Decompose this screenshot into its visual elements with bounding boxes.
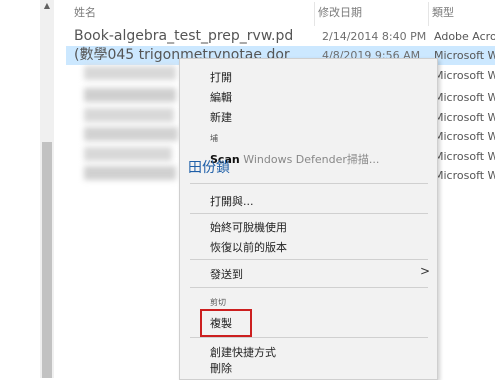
menu-item-always-available-offline[interactable]: 始終可脫機使用 xyxy=(210,219,287,235)
redacted-file-name xyxy=(84,88,176,102)
column-divider[interactable] xyxy=(428,2,429,26)
redacted-file-name xyxy=(84,127,178,141)
file-type: Microsoft W xyxy=(434,169,495,182)
menu-item-restore-previous-versions[interactable]: 恢復以前的版本 xyxy=(210,239,287,255)
scroll-up-arrow-icon[interactable]: ▲ xyxy=(42,0,52,12)
redacted-file-name xyxy=(84,147,172,161)
file-type: Microsoft W xyxy=(434,130,495,143)
copy-highlight-box xyxy=(200,309,252,337)
redacted-file-name xyxy=(84,108,174,122)
menu-item-new[interactable]: 新建 xyxy=(210,109,232,125)
column-divider[interactable] xyxy=(314,2,315,26)
redacted-file-name xyxy=(84,66,176,80)
overlapping-label: 田份鎖 xyxy=(188,160,230,176)
menu-item-delete[interactable]: 刪除 xyxy=(210,360,232,376)
menu-item-send-to[interactable]: 發送到 xyxy=(210,266,243,282)
file-type: Adobe Acrol xyxy=(434,30,495,43)
menu-separator xyxy=(190,183,428,184)
menu-separator xyxy=(190,213,428,214)
menu-item-create-shortcut[interactable]: 創建快捷方式 xyxy=(210,344,276,360)
column-header-date[interactable]: 修改日期 xyxy=(318,4,362,20)
scan-description: Windows Defender掃描... xyxy=(239,153,380,166)
menu-separator xyxy=(190,337,428,338)
menu-item-print[interactable]: 埔 xyxy=(210,133,218,144)
column-header-type[interactable]: 類型 xyxy=(432,4,454,20)
menu-item-open[interactable]: 打開 xyxy=(210,69,232,85)
file-type: Microsoft W xyxy=(434,91,495,104)
file-type: Microsoft W xyxy=(434,49,495,62)
menu-item-scan-defender[interactable]: Scan Windows Defender掃描... xyxy=(210,151,379,167)
column-header-name[interactable]: 姓名 xyxy=(74,4,96,20)
file-row[interactable]: Book-algebra_test_prep_rvw.pd 2/14/2014 … xyxy=(66,27,495,46)
menu-separator xyxy=(190,259,428,260)
context-menu: 打開 編輯 新建 埔 Scan Windows Defender掃描... 田份… xyxy=(179,58,438,380)
menu-item-open-with[interactable]: 打開與... xyxy=(210,193,254,209)
menu-separator xyxy=(190,287,428,288)
redacted-file-name xyxy=(84,166,176,180)
menu-item-cut[interactable]: 剪切 xyxy=(210,297,226,308)
file-date: 2/14/2014 8:40 PM xyxy=(322,30,427,43)
file-type: Microsoft W xyxy=(434,111,495,124)
scrollbar-thumb[interactable] xyxy=(42,142,52,378)
menu-item-edit[interactable]: 編輯 xyxy=(210,89,232,105)
file-type: Microsoft W xyxy=(434,69,495,82)
file-name: Book-algebra_test_prep_rvw.pd xyxy=(74,28,294,44)
file-type: Microsoft W xyxy=(434,150,495,163)
submenu-arrow-icon: > xyxy=(420,264,431,278)
